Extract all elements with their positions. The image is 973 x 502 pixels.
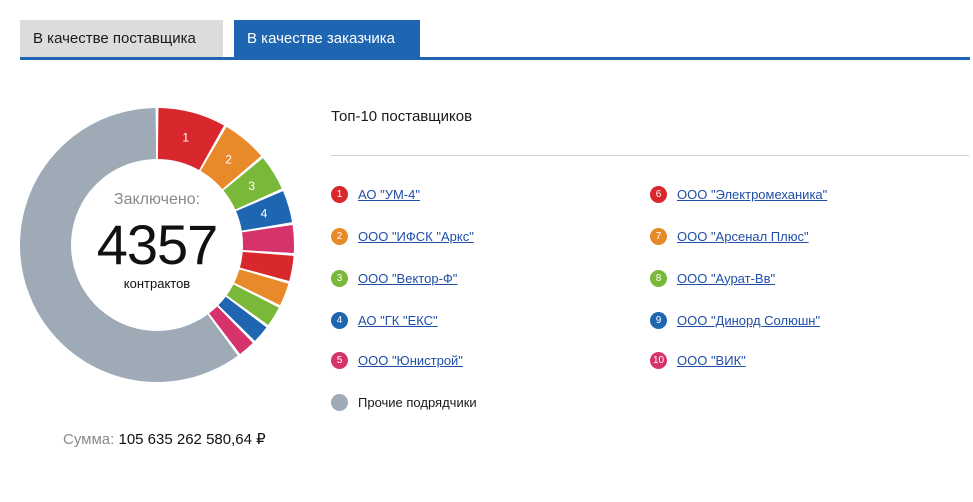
legend-item-3: 3 ООО "Вектор-Ф" [331,268,457,288]
supplier-link[interactable]: ООО "Динорд Солюшн" [677,313,820,328]
donut-slice-label: 1 [182,130,189,144]
legend-marker: 10 [650,351,667,369]
legend-item-1: 1 АО "УМ-4" [331,184,420,204]
legend-marker: 4 [331,311,348,329]
donut-chart: 1234 Заключено: 4357 контрактов [18,106,296,384]
tab-bar: В качестве поставщика В качестве заказчи… [20,20,970,60]
legend-item-6: 6 ООО "Электромеханика" [650,184,827,204]
divider [331,155,969,156]
legend-item-10: 10 ООО "ВИК" [650,350,746,370]
other-contractors-label: Прочие подрядчики [358,394,477,410]
legend-marker: 8 [650,269,667,287]
legend-item-7: 7 ООО "Арсенал Плюс" [650,226,809,246]
donut-slice-label: 2 [225,153,232,167]
legend-marker [331,393,348,411]
legend-marker: 9 [650,311,667,329]
legend-item-8: 8 ООО "Аурат-Вв" [650,268,775,288]
contracts-count: 4357 [96,213,219,276]
legend-marker: 1 [331,185,348,203]
legend-item-9: 9 ООО "Динорд Солюшн" [650,310,820,330]
legend-item-5: 5 ООО "Юнистрой" [331,350,463,370]
supplier-link[interactable]: ООО "Юнистрой" [358,353,463,368]
total-sum: Сумма: 105 635 262 580,64 ₽ [63,430,266,448]
sum-value: 105 635 262 580,64 ₽ [118,431,266,448]
supplier-link[interactable]: ООО "ВИК" [677,353,746,368]
contracts-unit: контрактов [123,276,191,291]
supplier-link[interactable]: АО "УМ-4" [358,187,420,202]
supplier-link[interactable]: ООО "ИФСК "Аркс" [358,229,474,244]
legend-item-2: 2 ООО "ИФСК "Аркс" [331,226,474,246]
legend-marker: 2 [331,227,348,245]
contracts-caption: Заключено: [113,191,201,208]
top-suppliers-title: Топ-10 поставщиков [331,108,473,125]
legend-marker: 3 [331,269,348,287]
supplier-link[interactable]: АО "ГК "ЕКС" [358,313,438,328]
supplier-link[interactable]: ООО "Аурат-Вв" [677,271,775,286]
legend-marker: 5 [331,351,348,369]
legend-marker: 6 [650,185,667,203]
tab-as-customer[interactable]: В качестве заказчика [234,20,420,57]
tab-as-supplier[interactable]: В качестве поставщика [20,20,223,57]
supplier-link[interactable]: ООО "Арсенал Плюс" [677,229,809,244]
supplier-link[interactable]: ООО "Вектор-Ф" [358,271,457,286]
legend-item-4: 4 АО "ГК "ЕКС" [331,310,438,330]
supplier-link[interactable]: ООО "Электромеханика" [677,187,827,202]
legend-item-other: Прочие подрядчики [331,392,477,412]
sum-label: Сумма: [63,431,115,448]
legend-marker: 7 [650,227,667,245]
